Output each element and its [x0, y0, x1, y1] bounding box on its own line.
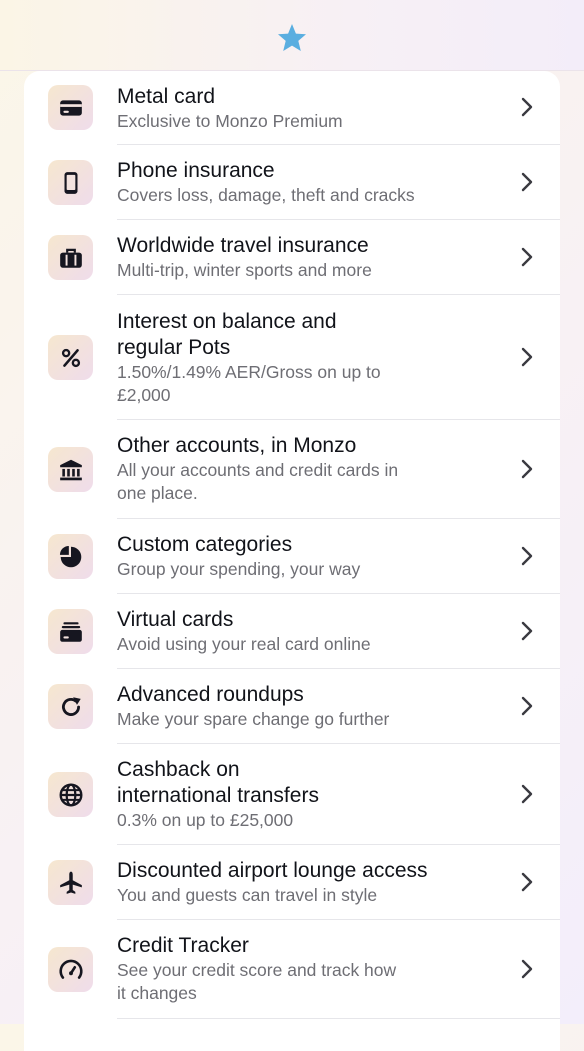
chevron-right-icon	[521, 621, 533, 641]
item-title: Metal card	[117, 85, 216, 108]
item-subtitle: Multi-trip, winter sports and more	[117, 260, 372, 280]
item-subtitle: Exclusive to Monzo Premium	[117, 111, 343, 131]
item-title-line-1: Interest on balance and	[117, 310, 337, 333]
item-title: Custom categories	[117, 533, 293, 556]
item-subtitle-line-1: 1.50%/1.49% AER/Gross on up to	[117, 362, 381, 382]
list-item-credit-tracker[interactable]: Credit Tracker See your credit score and…	[24, 920, 560, 1019]
item-title: Credit Tracker	[117, 934, 249, 957]
item-subtitle: Make your spare change go further	[117, 709, 390, 729]
item-subtitle-line-2: £2,000	[117, 385, 171, 405]
chevron-right-icon	[521, 696, 533, 716]
list-item-phone-insurance[interactable]: Phone insurance Covers loss, damage, the…	[24, 145, 560, 220]
list-item-cashback[interactable]: Cashback on international transfers 0.3%…	[24, 744, 560, 845]
globe-icon	[48, 772, 93, 817]
chevron-right-icon	[521, 172, 533, 192]
item-title: Discounted airport lounge access	[117, 859, 428, 882]
item-subtitle-line-1: All your accounts and credit cards in	[117, 460, 399, 480]
item-title-line-1: Cashback on	[117, 758, 240, 781]
item-subtitle-line-1: See your credit score and track how	[117, 960, 397, 980]
list-item-custom-categories[interactable]: Custom categories Group your spending, y…	[24, 519, 560, 594]
divider	[117, 1018, 560, 1019]
phone-icon	[48, 160, 93, 205]
item-subtitle: Group your spending, your way	[117, 559, 361, 579]
item-title: Worldwide travel insurance	[117, 234, 369, 257]
list-item-lounge-access[interactable]: Discounted airport lounge access You and…	[24, 845, 560, 920]
chevron-right-icon	[521, 459, 533, 479]
list-item-travel-insurance[interactable]: Worldwide travel insurance Multi-trip, w…	[24, 220, 560, 295]
item-subtitle: Covers loss, damage, theft and cracks	[117, 185, 415, 205]
gauge-icon	[48, 947, 93, 992]
item-subtitle-line-2: one place.	[117, 483, 198, 503]
airplane-icon	[48, 860, 93, 905]
list-item-other-accounts[interactable]: Other accounts, in Monzo All your accoun…	[24, 420, 560, 519]
pie-chart-icon	[48, 534, 93, 579]
item-subtitle: Avoid using your real card online	[117, 634, 371, 654]
item-subtitle-line-2: it changes	[117, 983, 197, 1003]
chevron-right-icon	[521, 872, 533, 892]
item-title: Virtual cards	[117, 608, 234, 631]
item-title-line-2: international transfers	[117, 784, 319, 807]
suitcase-icon	[48, 235, 93, 280]
item-title-line-2: regular Pots	[117, 336, 231, 359]
chevron-right-icon	[521, 347, 533, 367]
chevron-right-icon	[521, 784, 533, 804]
virtual-cards-icon	[48, 609, 93, 654]
list-item-interest[interactable]: Interest on balance and regular Pots 1.5…	[24, 295, 560, 420]
star-icon	[276, 22, 308, 54]
list-item-virtual-cards[interactable]: Virtual cards Avoid using your real card…	[24, 594, 560, 669]
item-title: Phone insurance	[117, 159, 275, 182]
percent-icon	[48, 335, 93, 380]
premium-features-list: Metal card Exclusive to Monzo Premium Ph…	[24, 71, 560, 1051]
bank-icon	[48, 447, 93, 492]
item-subtitle: 0.3% on up to £25,000	[117, 810, 294, 830]
chevron-right-icon	[521, 546, 533, 566]
item-title: Advanced roundups	[117, 683, 304, 706]
header	[0, 0, 584, 71]
item-title: Other accounts, in Monzo	[117, 434, 357, 457]
list-item-advanced-roundups[interactable]: Advanced roundups Make your spare change…	[24, 669, 560, 744]
chevron-right-icon	[521, 959, 533, 979]
chevron-right-icon	[521, 97, 533, 117]
card-icon	[48, 85, 93, 130]
chevron-right-icon	[521, 247, 533, 267]
item-subtitle: You and guests can travel in style	[117, 885, 378, 905]
refresh-icon	[48, 684, 93, 729]
list-item-metal-card[interactable]: Metal card Exclusive to Monzo Premium	[24, 71, 560, 145]
